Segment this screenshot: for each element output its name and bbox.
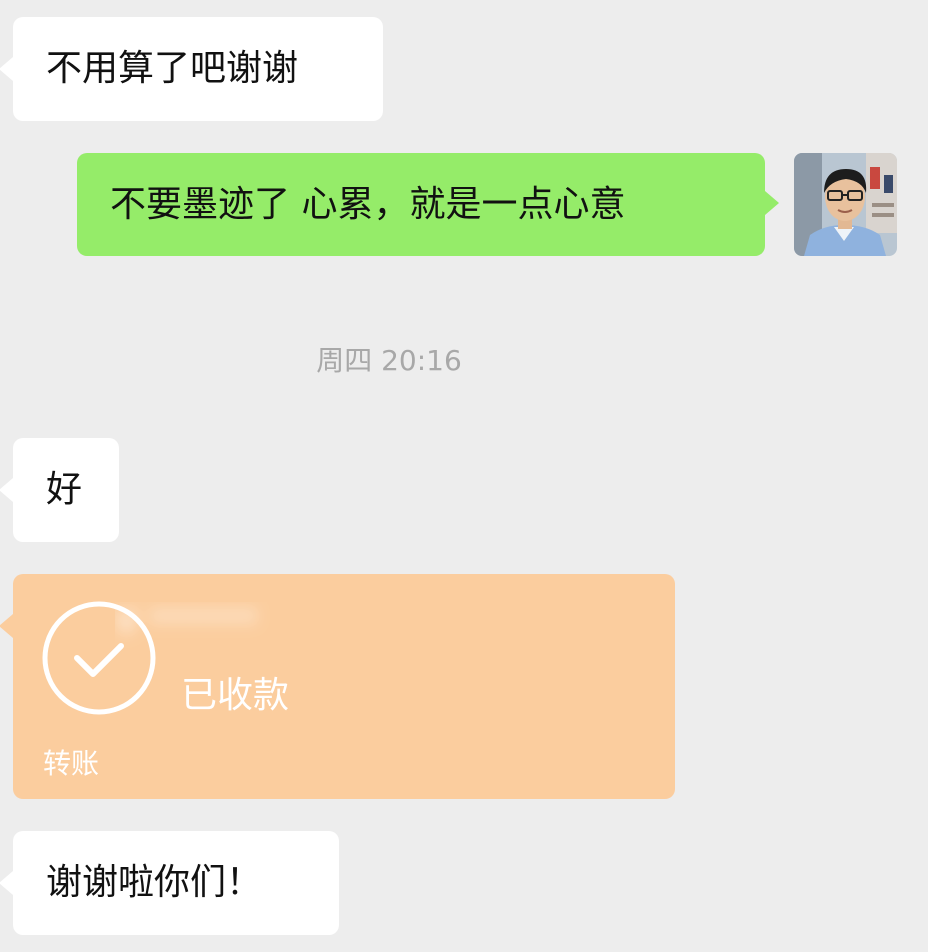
message-timestamp: 周四 20:16 — [316, 344, 462, 377]
message-text: 谢谢啦你们！ — [46, 862, 263, 903]
bubble-tail — [765, 191, 779, 215]
message-text: 好 — [46, 469, 83, 510]
transfer-amount-blurred: ¥ ****** — [115, 602, 375, 650]
chat-message-incoming[interactable]: 好 — [0, 438, 119, 542]
user-avatar[interactable] — [794, 153, 897, 256]
bubble-tail — [0, 478, 13, 502]
bubble-tail — [0, 614, 13, 638]
message-text: 不要墨迹了 心累，就是一点心意 — [110, 183, 626, 225]
transfer-status: 已收款 — [181, 675, 290, 716]
bubble-tail — [0, 57, 13, 81]
chat-message-incoming[interactable]: 谢谢啦你们！ — [0, 831, 339, 935]
chat-message-incoming[interactable]: 不用算了吧谢谢 — [0, 17, 383, 121]
bubble-tail — [0, 871, 13, 895]
chat-message-outgoing[interactable]: 不要墨迹了 心累，就是一点心意 — [77, 153, 779, 256]
transfer-amount: ¥ ****** — [115, 602, 258, 643]
message-text: 不用算了吧谢谢 — [46, 48, 299, 89]
avatar-photo-icon — [794, 153, 897, 256]
transfer-label: 转账 — [43, 747, 100, 780]
transfer-card[interactable]: ¥ ****** 已收款 转账 — [0, 574, 675, 799]
